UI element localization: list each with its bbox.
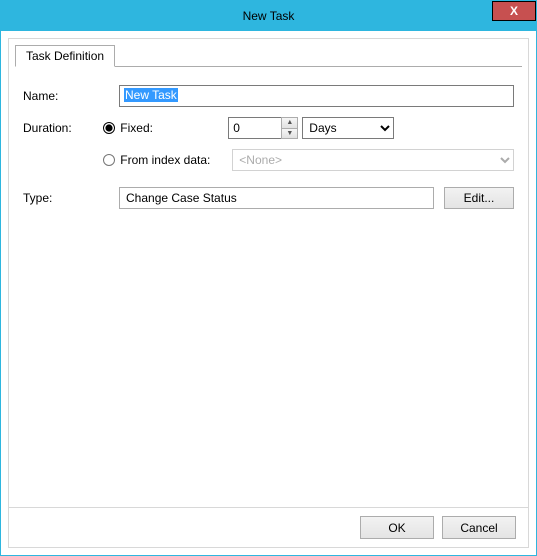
type-input bbox=[119, 187, 434, 209]
fixed-radio[interactable] bbox=[103, 122, 115, 134]
from-index-radio[interactable] bbox=[103, 154, 115, 166]
name-value: New Task bbox=[124, 88, 178, 102]
spinner-up[interactable]: ▲ bbox=[282, 118, 297, 129]
fixed-label: Fixed: bbox=[120, 121, 228, 135]
type-label: Type: bbox=[23, 191, 119, 205]
index-radio-group: From index data: <None> bbox=[103, 149, 514, 171]
duration-unit-select[interactable]: Days bbox=[302, 117, 394, 139]
dialog-body: Task Definition Name: New Task Duration:… bbox=[8, 38, 529, 548]
type-row: Type: Edit... bbox=[23, 187, 514, 209]
title-bar: New Task X bbox=[1, 1, 536, 31]
duration-index-row: From index data: <None> bbox=[23, 149, 514, 171]
duration-label: Duration: bbox=[23, 121, 103, 135]
tab-strip: Task Definition bbox=[9, 45, 528, 67]
tab-label: Task Definition bbox=[26, 49, 104, 63]
cancel-button[interactable]: Cancel bbox=[442, 516, 516, 539]
name-row: Name: New Task bbox=[23, 85, 514, 107]
window-title: New Task bbox=[1, 9, 536, 23]
index-data-select: <None> bbox=[232, 149, 514, 171]
dialog-window: New Task X Task Definition Name: New Tas… bbox=[0, 0, 537, 556]
name-label: Name: bbox=[23, 89, 119, 103]
fixed-radio-group: Fixed: ▲ ▼ Days bbox=[103, 117, 514, 139]
name-input[interactable]: New Task bbox=[119, 85, 514, 107]
edit-button[interactable]: Edit... bbox=[444, 187, 514, 209]
button-bar: OK Cancel bbox=[9, 507, 528, 547]
tab-panel: Name: New Task Duration: Fixed: ▲ ▼ Day bbox=[9, 67, 528, 507]
duration-spinner: ▲ ▼ bbox=[281, 117, 298, 139]
duration-value-input[interactable] bbox=[228, 117, 282, 139]
duration-fixed-row: Duration: Fixed: ▲ ▼ Days bbox=[23, 117, 514, 139]
spinner-down[interactable]: ▼ bbox=[282, 129, 297, 139]
from-index-label: From index data: bbox=[120, 153, 228, 167]
ok-button[interactable]: OK bbox=[360, 516, 434, 539]
close-button[interactable]: X bbox=[492, 1, 536, 21]
close-icon: X bbox=[510, 5, 518, 17]
tab-task-definition[interactable]: Task Definition bbox=[15, 45, 115, 67]
